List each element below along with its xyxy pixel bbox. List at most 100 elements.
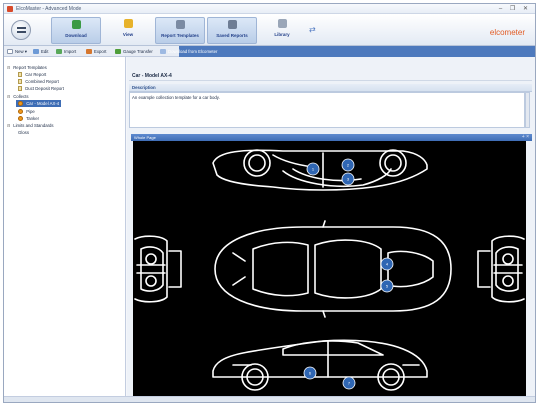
measurement-marker[interactable]: 5 <box>380 279 394 293</box>
gauge-transfer-label: Gauge Transfer <box>123 49 153 54</box>
title-bar: ElcoMaster - Advanced Mode – ❐ ✕ <box>4 4 535 14</box>
tree-node-label: Tanker <box>26 116 40 121</box>
app-logo-icon <box>7 6 13 12</box>
tree-node-label: Collects <box>13 94 29 99</box>
template-heading-bar: Car - Model AX-4 <box>129 71 532 81</box>
car-top-view <box>214 220 452 318</box>
status-bar <box>4 396 535 402</box>
menu-icon <box>17 27 26 33</box>
measurement-marker[interactable]: 7 <box>342 376 356 390</box>
edit-button-label: Edit <box>41 49 49 54</box>
collect-icon <box>18 109 23 114</box>
toolbar-strip <box>179 46 535 57</box>
saved-reports-icon <box>227 20 237 29</box>
collect-icon <box>18 101 23 106</box>
template-title: Car - Model AX-4 <box>132 73 172 79</box>
tree-node-report-templates[interactable]: ⊟ Report Templates <box>7 64 47 71</box>
tree-node-label: Gloss <box>18 130 29 135</box>
car-right-side-view <box>212 339 428 391</box>
tree-node-pipe[interactable]: Pipe <box>18 108 35 115</box>
tree-node-gloss[interactable]: Gloss <box>18 129 29 136</box>
tree-node-collects[interactable]: ⊟ Collects <box>7 93 29 100</box>
tree-node-label: Car Report <box>25 72 47 77</box>
report-icon <box>18 72 22 77</box>
tree-node-combined-report[interactable]: Combined Report <box>18 78 59 85</box>
window-title: ElcoMaster - Advanced Mode <box>16 6 82 12</box>
description-field[interactable]: An example collection template for a car… <box>129 92 525 128</box>
import-button-label: Import <box>64 49 77 54</box>
collapse-icon[interactable]: ⊟ <box>7 122 12 129</box>
export-button-label: Export <box>94 49 107 54</box>
tree-node-duct-deposit-report[interactable]: Duct Deposit Report <box>18 85 64 92</box>
import-icon <box>56 49 62 54</box>
tree-node-tanker[interactable]: Tanker <box>18 115 39 122</box>
measurement-marker[interactable]: 2 <box>341 158 355 172</box>
tree-node-label: Limits and Standards <box>13 123 54 128</box>
tree-node-limits-and-standards[interactable]: ⊟ Limits and Standards <box>7 122 54 129</box>
tree-node-label: Car - Model AX-4 <box>26 101 60 106</box>
tree-node-label: Pipe <box>26 109 35 114</box>
report-icon <box>18 86 22 91</box>
application-menu-button[interactable] <box>11 20 31 40</box>
download-from-elcometer-button[interactable]: Download from Elcometer <box>160 47 217 56</box>
import-button[interactable]: Import <box>56 47 76 56</box>
ribbon: Download View Report Templates Saved Rep… <box>4 14 535 46</box>
new-button-label: New ▾ <box>15 49 27 54</box>
description-scrollbar[interactable] <box>525 92 530 128</box>
library-icon <box>277 19 287 28</box>
tree-node-label: Report Templates <box>13 65 47 70</box>
toolbar: New ▾ Edit Import Export Gauge Transfer … <box>4 46 535 57</box>
view-icon <box>123 19 133 28</box>
measurement-marker[interactable]: 6 <box>303 366 317 380</box>
ribbon-tab-view[interactable]: View <box>103 17 153 44</box>
car-diagram: 1 2 3 4 5 6 7 <box>134 149 525 391</box>
export-icon <box>86 49 92 54</box>
ribbon-tab-download[interactable]: Download <box>51 17 101 44</box>
ribbon-tab-label: Library <box>274 32 290 37</box>
download-from-elcometer-label: Download from Elcometer <box>168 49 218 54</box>
car-front-view <box>134 235 182 303</box>
description-label: Description <box>132 85 156 90</box>
car-left-side-view <box>212 149 428 191</box>
description-text: An example collection template for a car… <box>132 95 220 100</box>
page-controls[interactable]: + × <box>522 134 529 140</box>
download-icon <box>71 20 81 29</box>
whole-page-header: Whole Page + × <box>131 134 532 141</box>
ribbon-tab-saved-reports[interactable]: Saved Reports <box>207 17 257 44</box>
window-controls[interactable]: – ❐ ✕ <box>499 5 531 12</box>
whole-page-title: Whole Page <box>134 135 156 140</box>
edit-button[interactable]: Edit <box>33 47 48 56</box>
collapse-icon[interactable]: ⊟ <box>7 64 12 71</box>
measurement-marker[interactable]: 1 <box>306 162 320 176</box>
report-templates-icon <box>175 20 185 29</box>
collect-icon <box>18 116 23 121</box>
collapse-icon[interactable]: ⊟ <box>7 93 12 100</box>
sync-icon[interactable]: ⇄ <box>309 26 323 34</box>
ribbon-tab-label: Saved Reports <box>216 33 248 38</box>
template-tree: ⊟ Report Templates Car Report Combined R… <box>4 57 126 402</box>
report-icon <box>18 79 22 84</box>
ribbon-tab-label: Download <box>65 33 87 38</box>
template-editor: Car - Model AX-4 Description An example … <box>127 57 535 402</box>
ribbon-tab-report-templates[interactable]: Report Templates <box>155 17 205 44</box>
tree-node-label: Combined Report <box>25 79 59 84</box>
new-button[interactable]: New ▾ <box>7 47 27 56</box>
measurement-marker[interactable]: 4 <box>380 257 394 271</box>
export-button[interactable]: Export <box>86 47 106 56</box>
new-document-icon <box>7 49 13 54</box>
measurement-marker[interactable]: 3 <box>341 172 355 186</box>
app-window: ElcoMaster - Advanced Mode – ❐ ✕ Downloa… <box>3 3 536 403</box>
tree-node-car-report[interactable]: Car Report <box>18 71 46 78</box>
description-header: Description <box>129 84 532 92</box>
car-rear-view <box>477 235 525 303</box>
tree-node-label: Duct Deposit Report <box>25 86 64 91</box>
edit-icon <box>33 49 39 54</box>
car-diagram-canvas[interactable]: 1 2 3 4 5 6 7 <box>133 141 526 397</box>
gauge-transfer-button[interactable]: Gauge Transfer <box>115 47 153 56</box>
ribbon-tab-label: View <box>122 32 134 37</box>
brand-logo: elcometer <box>489 28 525 37</box>
download-gauge-icon <box>160 49 166 54</box>
tree-node-car-model[interactable]: Car - Model AX-4 <box>16 100 62 107</box>
gauge-transfer-icon <box>115 49 121 54</box>
ribbon-tab-library[interactable]: Library <box>257 17 307 44</box>
